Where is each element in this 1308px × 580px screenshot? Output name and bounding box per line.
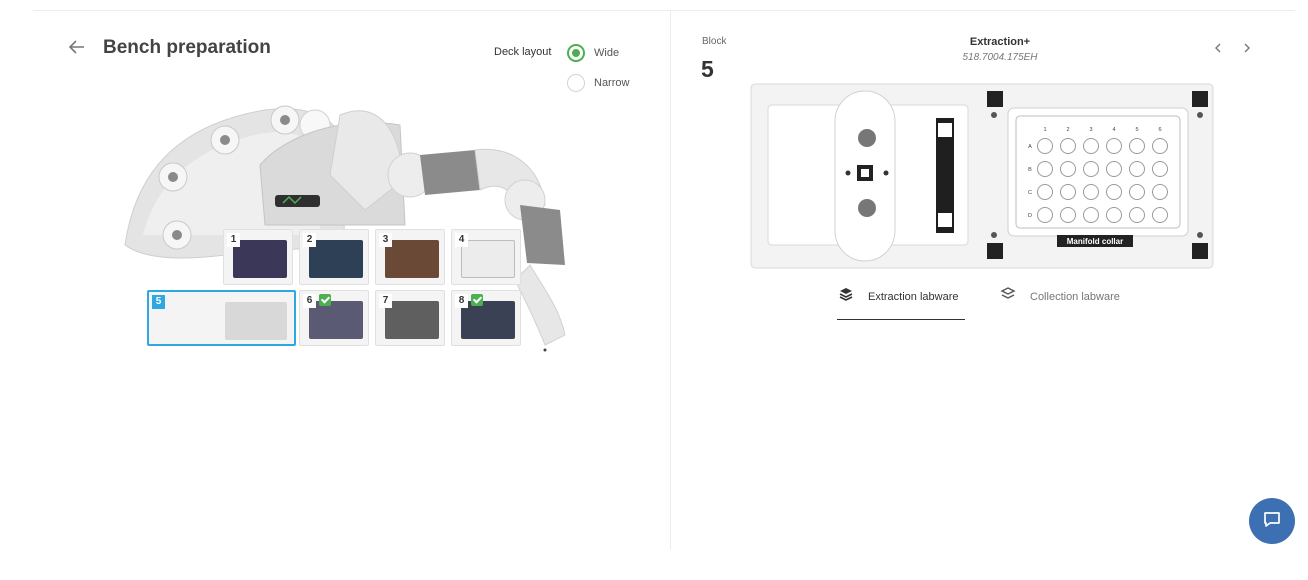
block-label: Block [702, 36, 727, 47]
labware-plate [233, 240, 287, 278]
slot-number: 3 [379, 233, 392, 247]
deck-slot[interactable]: 6 [299, 290, 369, 346]
block-number: 5 [701, 56, 714, 82]
row-label: A [1028, 144, 1032, 150]
labware-plate [461, 240, 515, 278]
tab-extraction-labware[interactable]: Extraction labware [838, 286, 959, 307]
block-name: Extraction+ [969, 36, 1031, 48]
deck-slot[interactable]: 2 [299, 229, 369, 285]
column-label: 1 [1043, 127, 1046, 133]
tab-collection-labware[interactable]: Collection labware [1000, 286, 1120, 307]
slot-number: 5 [152, 295, 165, 309]
deck-slot[interactable]: 7 [375, 290, 445, 346]
manifold-collar-label: Manifold collar [1067, 237, 1123, 246]
layers-icon [1000, 286, 1016, 307]
layout-option-wide[interactable]: Wide [567, 44, 619, 62]
layout-option-narrow[interactable]: Narrow [567, 74, 629, 92]
radio-icon[interactable] [567, 74, 585, 92]
slot-number: 4 [455, 233, 468, 247]
top-divider [33, 10, 1295, 11]
labware-plate [309, 301, 363, 339]
chevron-left-icon[interactable] [1211, 40, 1225, 56]
tab-label: Collection labware [1030, 290, 1120, 303]
labware-plate [309, 240, 363, 278]
radio-icon[interactable] [567, 44, 585, 62]
panel-divider [670, 10, 671, 550]
column-label: 4 [1112, 127, 1115, 133]
chat-icon [1262, 509, 1282, 534]
slot-number: 8 [455, 294, 468, 308]
back-arrow-icon[interactable] [66, 36, 88, 58]
deck-slot[interactable]: 1 [223, 229, 293, 285]
chat-button[interactable] [1249, 498, 1295, 544]
deck-layout-label: Deck layout [494, 46, 552, 58]
labware-plate [225, 302, 287, 340]
deck-slot[interactable]: 3 [375, 229, 445, 285]
column-label: 5 [1135, 127, 1138, 133]
slot-number: 6 [303, 294, 316, 308]
row-label: D [1028, 213, 1032, 219]
chevron-right-icon[interactable] [1240, 40, 1254, 56]
block-code: 518.7004.175EH [962, 52, 1038, 63]
page-title: Bench preparation [103, 37, 271, 58]
deck-slot-selected[interactable]: 5 [147, 290, 296, 346]
row-label: C [1028, 190, 1032, 196]
labware-plate [385, 240, 439, 278]
check-icon [471, 294, 483, 306]
layers-icon [838, 286, 854, 307]
slot-number: 7 [379, 294, 392, 308]
labware-plate [385, 301, 439, 339]
column-label: 2 [1066, 127, 1069, 133]
active-tab-underline [837, 319, 965, 320]
column-label: 3 [1089, 127, 1092, 133]
layout-option-label: Narrow [594, 77, 630, 89]
tab-label: Extraction labware [868, 290, 959, 303]
check-icon [319, 294, 331, 306]
slot-number: 2 [303, 233, 316, 247]
labware-plate [461, 301, 515, 339]
slot-number: 1 [227, 233, 240, 247]
block-illustration: 1 2 3 4 5 6 A B C D Manifold collar [750, 83, 1214, 269]
deck-slot[interactable]: 8 [451, 290, 521, 346]
deck-slot[interactable]: 4 [451, 229, 521, 285]
row-label: B [1028, 167, 1032, 173]
layout-option-label: Wide [594, 47, 620, 59]
column-label: 6 [1158, 127, 1161, 133]
